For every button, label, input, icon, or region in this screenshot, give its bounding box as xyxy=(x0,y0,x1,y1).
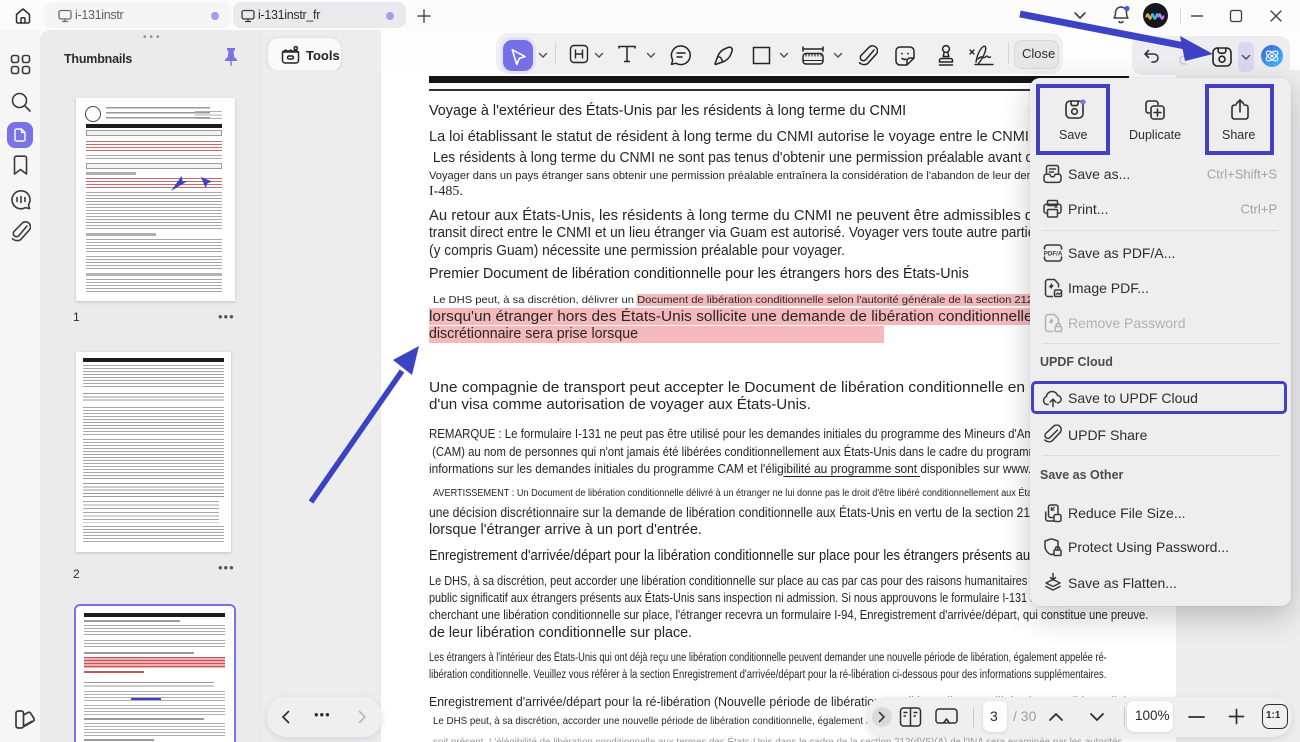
svg-text:PDF/A: PDF/A xyxy=(1044,251,1063,258)
